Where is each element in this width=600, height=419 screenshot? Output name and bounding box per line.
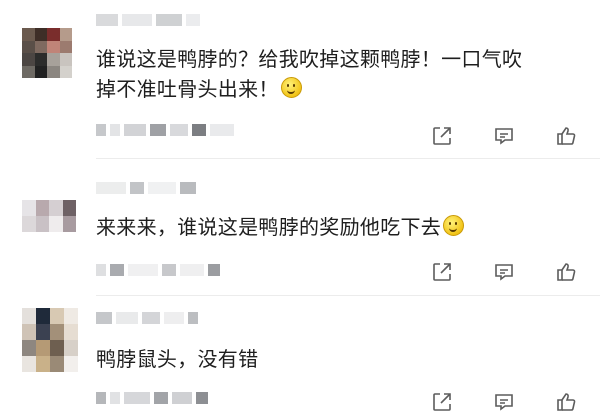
comment-meta	[96, 124, 234, 136]
action-bar	[430, 390, 578, 414]
share-icon[interactable]	[430, 260, 454, 284]
thumbs-up-icon[interactable]	[554, 260, 578, 284]
comment-icon[interactable]	[492, 390, 516, 414]
comment-text: 谁说这是鸭脖的？给我吹掉这颗鸭脖！一口气吹 掉不准吐骨头出来！	[96, 47, 523, 101]
avatar[interactable]	[22, 308, 78, 372]
smile-emoji-icon	[280, 77, 302, 98]
share-icon[interactable]	[430, 124, 454, 148]
comment-text-line1: 来来来，谁说这是鸭脖的奖励他吃下去	[96, 215, 442, 239]
username[interactable]	[96, 14, 200, 26]
avatar[interactable]	[22, 200, 76, 232]
comment-item: 谁说这是鸭脖的？给我吹掉这颗鸭脖！一口气吹 掉不准吐骨头出来！	[0, 0, 600, 160]
thumbs-up-icon[interactable]	[554, 124, 578, 148]
comment-meta	[96, 392, 208, 404]
action-bar	[430, 124, 578, 148]
thumbs-up-icon[interactable]	[554, 390, 578, 414]
comment-item: 来来来，谁说这是鸭脖的奖励他吃下去	[0, 160, 600, 294]
comment-item: 鸭脖鼠头，没有错	[0, 296, 600, 419]
comment-icon[interactable]	[492, 260, 516, 284]
comment-icon[interactable]	[492, 124, 516, 148]
username[interactable]	[96, 182, 196, 194]
comment-text-line1: 鸭脖鼠头，没有错	[96, 347, 259, 371]
username[interactable]	[96, 312, 198, 324]
comment-text: 来来来，谁说这是鸭脖的奖励他吃下去	[96, 212, 586, 242]
share-icon[interactable]	[430, 390, 454, 414]
comment-meta	[96, 264, 220, 276]
action-bar	[430, 260, 578, 284]
divider	[96, 158, 600, 159]
comment-text: 鸭脖鼠头，没有错	[96, 344, 586, 374]
smile-emoji-icon	[443, 215, 465, 236]
avatar[interactable]	[22, 28, 72, 78]
comment-text-line2: 掉不准吐骨头出来！	[96, 77, 279, 101]
